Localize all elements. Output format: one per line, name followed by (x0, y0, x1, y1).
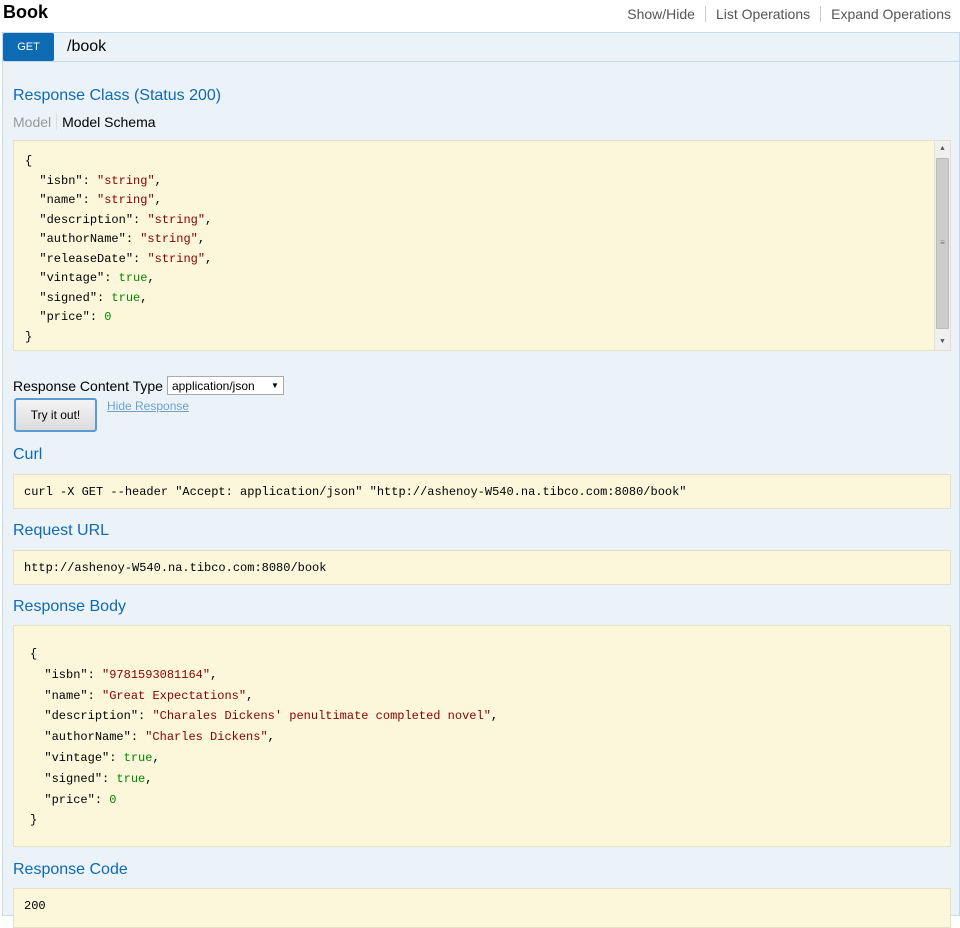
operation-bar[interactable]: GET /book (3, 33, 959, 62)
model-schema-box[interactable]: { "isbn": "string", "name": "string", "d… (13, 140, 951, 351)
json-value: true (118, 271, 148, 285)
chevron-down-icon: ▼ (271, 381, 279, 390)
json-value: true (116, 771, 146, 786)
hide-response-link[interactable]: Hide Response (107, 399, 189, 413)
json-value: "string" (147, 251, 206, 266)
operation-path[interactable]: /book (67, 38, 106, 56)
scroll-up-arrow-icon[interactable]: ▲ (935, 141, 950, 157)
operation-panel: GET /book Response Class (Status 200) Mo… (2, 32, 960, 928)
show-hide-link[interactable]: Show/Hide (617, 6, 705, 22)
scroll-down-arrow-icon[interactable]: ▼ (935, 334, 950, 350)
json-key: "description" (44, 709, 139, 724)
response-body-code: { "isbn": "9781593081164", "name": "Grea… (30, 647, 499, 828)
json-key: "vintage" (39, 271, 105, 285)
json-key: "description" (39, 212, 134, 227)
json-value: "Charales Dickens' penultimate completed… (152, 709, 491, 724)
schema-scrollbar[interactable]: ▲ ≡ ▼ (934, 141, 950, 350)
resource-title[interactable]: Book (3, 2, 48, 23)
scroll-thumb[interactable]: ≡ (936, 158, 949, 329)
model-tabs: Model Model Schema (13, 114, 156, 130)
http-method-badge[interactable]: GET (3, 33, 54, 61)
json-key: "signed" (44, 771, 103, 786)
tab-model[interactable]: Model (13, 114, 58, 130)
json-value: true (123, 750, 153, 765)
response-body-heading: Response Body (13, 598, 126, 615)
json-value: "string" (97, 193, 155, 207)
response-content-type: Response Content Type application/json ▼ (13, 376, 284, 395)
json-key: "name" (44, 688, 88, 703)
curl-box: curl -X GET --header "Accept: applicatio… (13, 474, 951, 509)
response-code-box: 200 (13, 888, 951, 928)
request-url-heading: Request URL (13, 522, 110, 539)
try-it-out-button[interactable]: Try it out! (14, 398, 97, 432)
json-value: "Charles Dickens" (145, 730, 268, 745)
response-class-heading: Response Class (Status 200) (13, 87, 222, 104)
response-code-value: 200 (24, 899, 46, 913)
json-value: "Great Expectations" (102, 688, 247, 703)
json-key: "signed" (39, 290, 98, 305)
json-value: "string" (97, 173, 155, 188)
json-key: "price" (39, 310, 90, 324)
model-schema-code: { "isbn": "string", "name": "string", "d… (25, 154, 213, 344)
json-value: "9781593081164" (102, 667, 211, 682)
content-type-value: application/json (171, 378, 255, 393)
response-code-heading: Response Code (13, 861, 128, 878)
request-url-box: http://ashenoy-W540.na.tibco.com:8080/bo… (13, 550, 951, 585)
content-type-label: Response Content Type (13, 377, 163, 394)
curl-command: curl -X GET --header "Accept: applicatio… (24, 485, 687, 499)
json-key: "isbn" (39, 173, 83, 188)
json-key: "releaseDate" (39, 251, 134, 266)
json-key: "name" (39, 193, 83, 207)
json-value: 0 (104, 310, 112, 324)
request-url-value: http://ashenoy-W540.na.tibco.com:8080/bo… (24, 561, 327, 575)
json-key: "price" (44, 792, 95, 807)
json-key: "authorName" (44, 730, 131, 745)
tab-model-schema[interactable]: Model Schema (57, 114, 155, 130)
curl-heading: Curl (13, 446, 43, 463)
json-value: true (111, 290, 141, 305)
resource-links: Show/Hide List Operations Expand Operati… (617, 6, 960, 22)
response-body-box: { "isbn": "9781593081164", "name": "Grea… (13, 625, 951, 847)
json-value: "string" (147, 212, 206, 227)
json-value: 0 (109, 792, 117, 807)
json-key: "isbn" (44, 667, 88, 682)
list-operations-link[interactable]: List Operations (704, 6, 820, 22)
json-key: "authorName" (39, 232, 126, 246)
expand-operations-link[interactable]: Expand Operations (820, 6, 960, 22)
json-key: "vintage" (44, 750, 110, 765)
resource-header: Book Show/Hide List Operations Expand Op… (0, 0, 960, 32)
content-type-select[interactable]: application/json ▼ (166, 376, 284, 395)
json-value: "string" (140, 232, 198, 246)
